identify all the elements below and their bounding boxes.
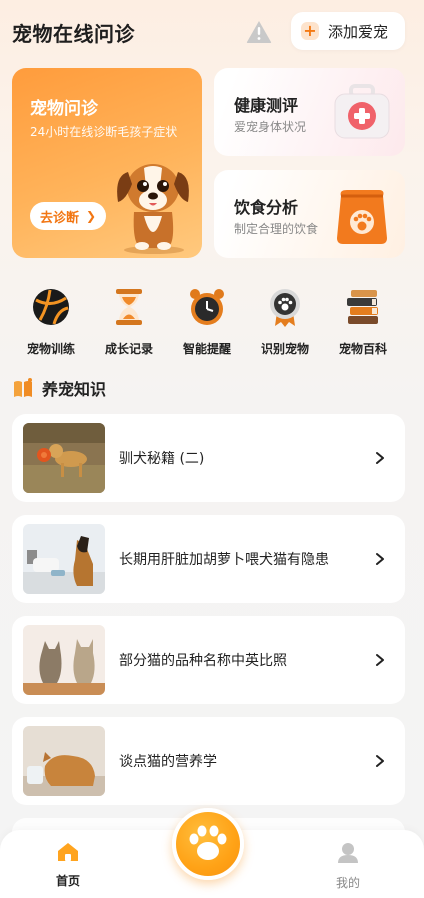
health-title: 健康测评: [234, 96, 299, 115]
go-diagnose-label: 去诊断: [40, 210, 80, 226]
feature-menu: 宠物训练 成长记录 智能提醒 识别宠物 宠物百科: [12, 282, 412, 362]
menu-label: 成长记录: [104, 342, 153, 356]
paw-icon: [189, 825, 227, 860]
list-item[interactable]: 谈点猫的营养学: [12, 717, 405, 805]
article-title: 驯犬秘籍 (二): [119, 451, 205, 467]
chevron-right-icon: [376, 654, 384, 666]
section-header: 养宠知识: [12, 374, 106, 402]
consult-card[interactable]: 宠物问诊 24小时在线诊断毛孩子症状 去诊断 ❯: [12, 68, 202, 258]
tab-home[interactable]: 首页: [38, 842, 98, 889]
section-title: 养宠知识: [42, 380, 107, 399]
consult-title: 宠物问诊: [30, 99, 98, 119]
menu-item-pet-training[interactable]: 宠物训练: [12, 282, 90, 357]
menu-label: 宠物百科: [338, 342, 387, 356]
diet-analysis-card[interactable]: 饮食分析 制定合理的饮食: [214, 170, 405, 258]
book-icon: [14, 378, 32, 397]
chevron-right-icon: [376, 553, 384, 565]
user-icon: [338, 843, 358, 863]
alarm-clock-icon: [190, 289, 224, 325]
menu-label: 智能提醒: [182, 342, 231, 356]
chevron-right-icon: [376, 452, 384, 464]
tab-me[interactable]: 我的: [318, 842, 378, 891]
chevron-right-icon: ❯: [86, 209, 97, 223]
article-title: 长期用肝脏加胡萝卜喂犬猫有隐患: [119, 552, 329, 568]
list-item[interactable]: 驯犬秘籍 (二): [12, 414, 405, 502]
article-thumbnail: [23, 524, 105, 594]
article-thumbnail: [23, 423, 105, 493]
menu-item-smart-reminder[interactable]: 智能提醒: [168, 282, 246, 357]
home-icon: [58, 843, 78, 861]
pet-food-bag-icon: [337, 190, 387, 244]
article-title: 部分猫的品种名称中英比照: [119, 653, 287, 669]
menu-label: 宠物训练: [26, 342, 75, 356]
menu-item-pet-encyclopedia[interactable]: 宠物百科: [324, 282, 402, 357]
paw-fab-button[interactable]: [172, 808, 244, 880]
add-pet-button[interactable]: + 添加爱宠: [291, 12, 405, 50]
ball-icon: [33, 289, 69, 325]
diet-subtitle: 制定合理的饮食: [234, 222, 319, 236]
article-title: 谈点猫的营养学: [119, 754, 217, 770]
add-pet-label: 添加爱宠: [328, 22, 389, 41]
health-subtitle: 爱宠身体状况: [234, 120, 307, 134]
menu-item-identify-pet[interactable]: 识别宠物: [246, 282, 324, 357]
list-item[interactable]: 部分猫的品种名称中英比照: [12, 616, 405, 704]
warning-icon[interactable]: [245, 18, 273, 46]
paw-badge-icon: [270, 289, 300, 327]
menu-label: 识别宠物: [260, 342, 309, 356]
go-diagnose-button[interactable]: 去诊断 ❯: [30, 202, 106, 230]
app-title: 宠物在线问诊: [12, 21, 135, 46]
health-assessment-card[interactable]: 健康测评 爱宠身体状况: [214, 68, 405, 156]
list-item[interactable]: 长期用肝脏加胡萝卜喂犬猫有隐患: [12, 515, 405, 603]
article-thumbnail: [23, 726, 105, 796]
menu-item-growth-record[interactable]: 成长记录: [90, 282, 168, 357]
tab-home-label: 首页: [55, 874, 80, 888]
header: 宠物在线问诊 + 添加爱宠: [12, 12, 412, 52]
article-thumbnail: [23, 625, 105, 695]
first-aid-kit-icon: [334, 84, 390, 139]
hourglass-icon: [116, 289, 142, 325]
consult-subtitle: 24小时在线诊断毛孩子症状: [30, 125, 178, 139]
chevron-right-icon: [376, 755, 384, 767]
diet-title: 饮食分析: [234, 198, 299, 217]
books-icon: [347, 290, 378, 324]
puppy-illustration: [117, 164, 189, 254]
tab-me-label: 我的: [335, 876, 360, 890]
plus-icon: +: [301, 22, 319, 40]
